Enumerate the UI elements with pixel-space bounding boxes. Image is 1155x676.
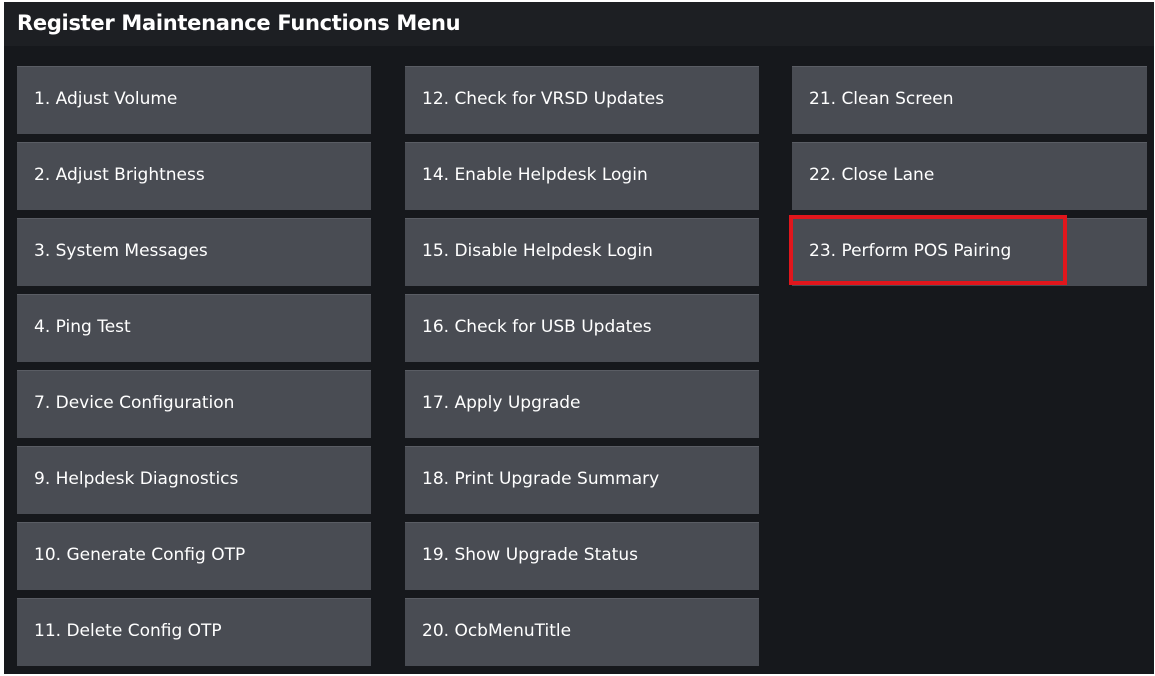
menu-button-show-upgrade-status[interactable]: 19. Show Upgrade Status xyxy=(405,522,759,590)
menu-button-system-messages[interactable]: 3. System Messages xyxy=(17,218,371,286)
menu-button-label: 10. Generate Config OTP xyxy=(34,545,246,565)
menu-button-print-upgrade-summary[interactable]: 18. Print Upgrade Summary xyxy=(405,446,759,514)
menu-button-apply-upgrade[interactable]: 17. Apply Upgrade xyxy=(405,370,759,438)
menu-button-label: 1. Adjust Volume xyxy=(34,89,178,109)
menu-column-2: 12. Check for VRSD Updates 14. Enable He… xyxy=(405,66,759,674)
menu-button-label: 7. Device Configuration xyxy=(34,393,235,413)
menu-button-label: 21. Clean Screen xyxy=(809,89,954,109)
title-bar: Register Maintenance Functions Menu xyxy=(4,2,1154,46)
menu-button-label: 14. Enable Helpdesk Login xyxy=(422,165,648,185)
menu-button-label: 17. Apply Upgrade xyxy=(422,393,581,413)
menu-button-disable-helpdesk-login[interactable]: 15. Disable Helpdesk Login xyxy=(405,218,759,286)
menu-button-ocb-menu-title[interactable]: 20. OcbMenuTitle xyxy=(405,598,759,666)
menu-button-check-vrsd-updates[interactable]: 12. Check for VRSD Updates xyxy=(405,66,759,134)
menu-button-perform-pos-pairing[interactable]: 23. Perform POS Pairing xyxy=(792,218,1147,286)
maintenance-screen: Register Maintenance Functions Menu 1. A… xyxy=(4,2,1154,674)
menu-button-close-lane[interactable]: 22. Close Lane xyxy=(792,142,1147,210)
menu-button-label: 20. OcbMenuTitle xyxy=(422,621,572,641)
menu-button-label: 12. Check for VRSD Updates xyxy=(422,89,665,109)
menu-button-label: 9. Helpdesk Diagnostics xyxy=(34,469,239,489)
page-title: Register Maintenance Functions Menu xyxy=(17,11,461,35)
menu-button-label: 4. Ping Test xyxy=(34,317,131,337)
menu-button-label: 3. System Messages xyxy=(34,241,208,261)
menu-button-generate-config-otp[interactable]: 10. Generate Config OTP xyxy=(17,522,371,590)
menu-button-label: 16. Check for USB Updates xyxy=(422,317,652,337)
menu-button-label: 18. Print Upgrade Summary xyxy=(422,469,660,489)
menu-button-label: 15. Disable Helpdesk Login xyxy=(422,241,653,261)
menu-button-adjust-volume[interactable]: 1. Adjust Volume xyxy=(17,66,371,134)
menu-button-device-configuration[interactable]: 7. Device Configuration xyxy=(17,370,371,438)
menu-button-enable-helpdesk-login[interactable]: 14. Enable Helpdesk Login xyxy=(405,142,759,210)
menu-button-label: 19. Show Upgrade Status xyxy=(422,545,638,565)
menu-button-check-usb-updates[interactable]: 16. Check for USB Updates xyxy=(405,294,759,362)
menu-button-label: 2. Adjust Brightness xyxy=(34,165,205,185)
menu-button-delete-config-otp[interactable]: 11. Delete Config OTP xyxy=(17,598,371,666)
menu-column-3: 21. Clean Screen 22. Close Lane 23. Perf… xyxy=(792,66,1147,294)
menu-button-helpdesk-diagnostics[interactable]: 9. Helpdesk Diagnostics xyxy=(17,446,371,514)
menu-column-1: 1. Adjust Volume 2. Adjust Brightness 3.… xyxy=(17,66,371,674)
menu-button-label: 23. Perform POS Pairing xyxy=(809,241,1012,261)
menu-button-clean-screen[interactable]: 21. Clean Screen xyxy=(792,66,1147,134)
menu-button-label: 22. Close Lane xyxy=(809,165,935,185)
menu-button-ping-test[interactable]: 4. Ping Test xyxy=(17,294,371,362)
menu-button-adjust-brightness[interactable]: 2. Adjust Brightness xyxy=(17,142,371,210)
menu-button-label: 11. Delete Config OTP xyxy=(34,621,222,641)
